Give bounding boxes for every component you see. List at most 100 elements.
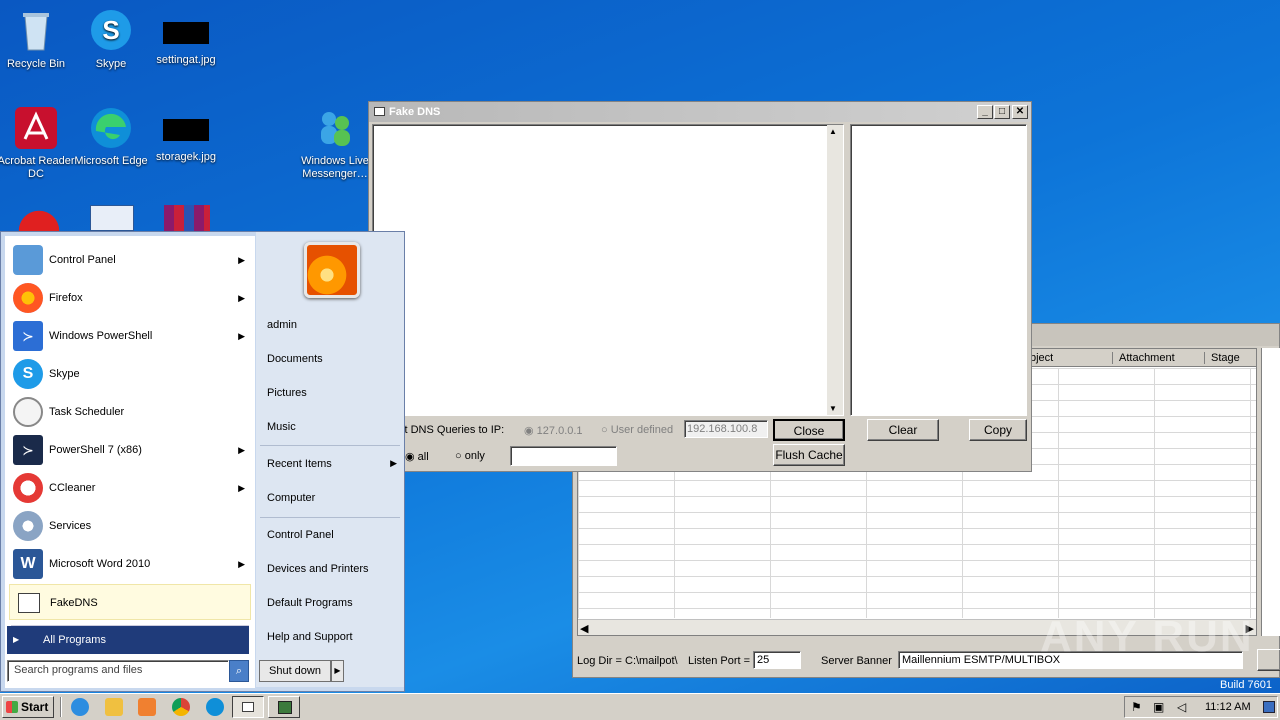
search-icon[interactable]: ⌕ (229, 660, 249, 682)
log-dir-label: Log Dir = C:\mailpot\ (577, 655, 678, 667)
desktop-icon-recycle-bin[interactable]: Recycle Bin (0, 8, 76, 71)
taskbar-separator (60, 697, 62, 717)
desktop-icon-storagek[interactable]: storagek.jpg (146, 105, 226, 164)
mailpot-right-panel (1261, 348, 1280, 636)
ccleaner-icon (13, 473, 43, 503)
program-skype[interactable]: S Skype (9, 356, 251, 392)
close-window-button[interactable]: ✕ (1012, 105, 1028, 119)
media-player-icon[interactable] (138, 698, 156, 716)
redirect-label: ct DNS Queries to IP: (399, 424, 505, 436)
program-powershell-7[interactable]: ≻ PowerShell 7 (x86) ▶ (9, 432, 251, 468)
radio-icon: ◉ (524, 425, 534, 437)
radio-all[interactable]: ◉ all (405, 450, 429, 463)
acrobat-icon (13, 105, 59, 151)
program-control-panel[interactable]: Control Panel ▶ (9, 242, 251, 278)
radio-icon: ◉ (405, 451, 415, 463)
place-control-panel[interactable]: Control Panel (267, 529, 334, 541)
column-header-stage[interactable]: Stage (1204, 352, 1256, 364)
desktop-icon-settingat[interactable]: settingat.jpg (146, 8, 226, 67)
flush-cache-button[interactable]: Flush Cache (773, 444, 845, 466)
maximize-button[interactable]: □ (994, 105, 1010, 119)
volume-icon[interactable]: ◁ (1177, 700, 1186, 714)
ie-icon[interactable] (71, 698, 89, 716)
desktop-icon-acrobat[interactable]: Acrobat Reader DC (0, 105, 76, 181)
submenu-arrow-icon: ▶ (238, 293, 245, 303)
search-input[interactable]: Search programs and files (7, 660, 229, 682)
shutdown-options-button[interactable]: ▶ (331, 660, 344, 682)
edge-icon[interactable] (206, 698, 224, 716)
chrome-icon[interactable] (172, 698, 190, 716)
place-computer[interactable]: Computer (267, 492, 315, 504)
flag-icon[interactable]: ⚑ (1131, 700, 1142, 714)
window-icon (374, 107, 385, 116)
desktop-icon-skype[interactable]: S Skype (71, 8, 151, 71)
program-services[interactable]: Services (9, 508, 251, 544)
winrar-desktop-icon[interactable] (164, 205, 210, 231)
dns-cache-list[interactable] (850, 124, 1027, 416)
all-programs-button[interactable]: ▶ All Programs (7, 626, 249, 654)
image-file-icon (163, 22, 209, 44)
copy-button[interactable]: Copy (969, 419, 1027, 441)
radio-only[interactable]: ○ only (455, 450, 485, 462)
powershell-icon: ≻ (13, 321, 43, 351)
scroll-up-icon[interactable]: ▲ (829, 127, 837, 136)
radio-localhost[interactable]: ◉ 127.0.0.1 (524, 424, 583, 437)
program-task-scheduler[interactable]: Task Scheduler (9, 394, 251, 430)
image-file-icon (163, 119, 209, 141)
mailpot-extra-button[interactable] (1257, 649, 1280, 671)
clear-button[interactable]: Clear (867, 419, 939, 441)
word-desktop-icon[interactable] (90, 205, 134, 231)
place-documents[interactable]: Documents (267, 353, 323, 365)
taskbar-fakedns[interactable] (232, 696, 264, 718)
place-admin[interactable]: admin (267, 319, 297, 331)
clock[interactable]: 11:12 AM (1205, 701, 1251, 713)
place-devices-printers[interactable]: Devices and Printers (267, 563, 369, 575)
ip-input[interactable]: 192.168.100.8 (684, 420, 768, 438)
ccleaner-desktop-icon[interactable] (18, 205, 60, 231)
network-icon[interactable]: ▣ (1153, 700, 1164, 714)
listen-port-input[interactable]: 25 (753, 651, 801, 669)
radio-icon: ○ (455, 450, 462, 462)
build-label: Build 7601 (1220, 679, 1272, 691)
windows-logo-icon (6, 701, 18, 713)
column-header-attachment[interactable]: Attachment (1112, 352, 1208, 364)
taskbar-mailpot[interactable] (268, 696, 300, 718)
desktop-icon-edge[interactable]: Microsoft Edge (71, 105, 151, 168)
start-menu-places: admin Documents Pictures Music Recent It… (256, 232, 404, 687)
shutdown-button[interactable]: Shut down (259, 660, 331, 682)
place-default-programs[interactable]: Default Programs (267, 597, 353, 609)
scroll-down-icon[interactable]: ▼ (829, 404, 837, 413)
minimize-button[interactable]: _ (977, 105, 993, 119)
program-fakedns[interactable]: FakeDNS (9, 584, 251, 620)
show-desktop-icon[interactable] (1263, 701, 1275, 713)
only-domain-input[interactable] (510, 446, 617, 466)
folder-icon[interactable] (105, 698, 123, 716)
submenu-arrow-icon: ▶ (238, 255, 245, 265)
place-music[interactable]: Music (267, 421, 296, 433)
program-word-2010[interactable]: W Microsoft Word 2010 ▶ (9, 546, 251, 582)
start-button[interactable]: Start (2, 696, 54, 718)
mailpot-icon (278, 701, 292, 714)
program-ccleaner[interactable]: CCleaner ▶ (9, 470, 251, 506)
column-header-subject[interactable]: bject (1030, 352, 1053, 364)
clock-icon (13, 397, 43, 427)
submenu-arrow-icon: ▶ (238, 559, 245, 569)
fakedns-titlebar[interactable]: Fake DNS _ □ ✕ (369, 102, 1031, 122)
program-windows-powershell[interactable]: ≻ Windows PowerShell ▶ (9, 318, 251, 354)
vertical-scrollbar[interactable]: ▲ ▼ (827, 125, 843, 415)
radio-user-defined[interactable]: ○ User defined (601, 424, 673, 436)
skype-icon: S (88, 8, 134, 54)
word-icon: W (13, 549, 43, 579)
user-avatar[interactable] (304, 242, 360, 298)
start-menu: Control Panel ▶ Firefox ▶ ≻ Windows PowerS… (0, 231, 405, 692)
place-pictures[interactable]: Pictures (267, 387, 307, 399)
control-panel-icon (13, 245, 43, 275)
place-recent-items[interactable]: Recent Items ▶ (267, 458, 397, 470)
dns-log-textarea[interactable]: ▲ ▼ (372, 124, 844, 416)
close-button[interactable]: Close (773, 419, 845, 441)
desktop-icon-messenger[interactable]: Windows Live Messenger… (295, 105, 375, 181)
program-firefox[interactable]: Firefox ▶ (9, 280, 251, 316)
gear-icon (13, 511, 43, 541)
place-help-support[interactable]: Help and Support (267, 631, 353, 643)
submenu-arrow-icon: ▶ (390, 458, 397, 468)
